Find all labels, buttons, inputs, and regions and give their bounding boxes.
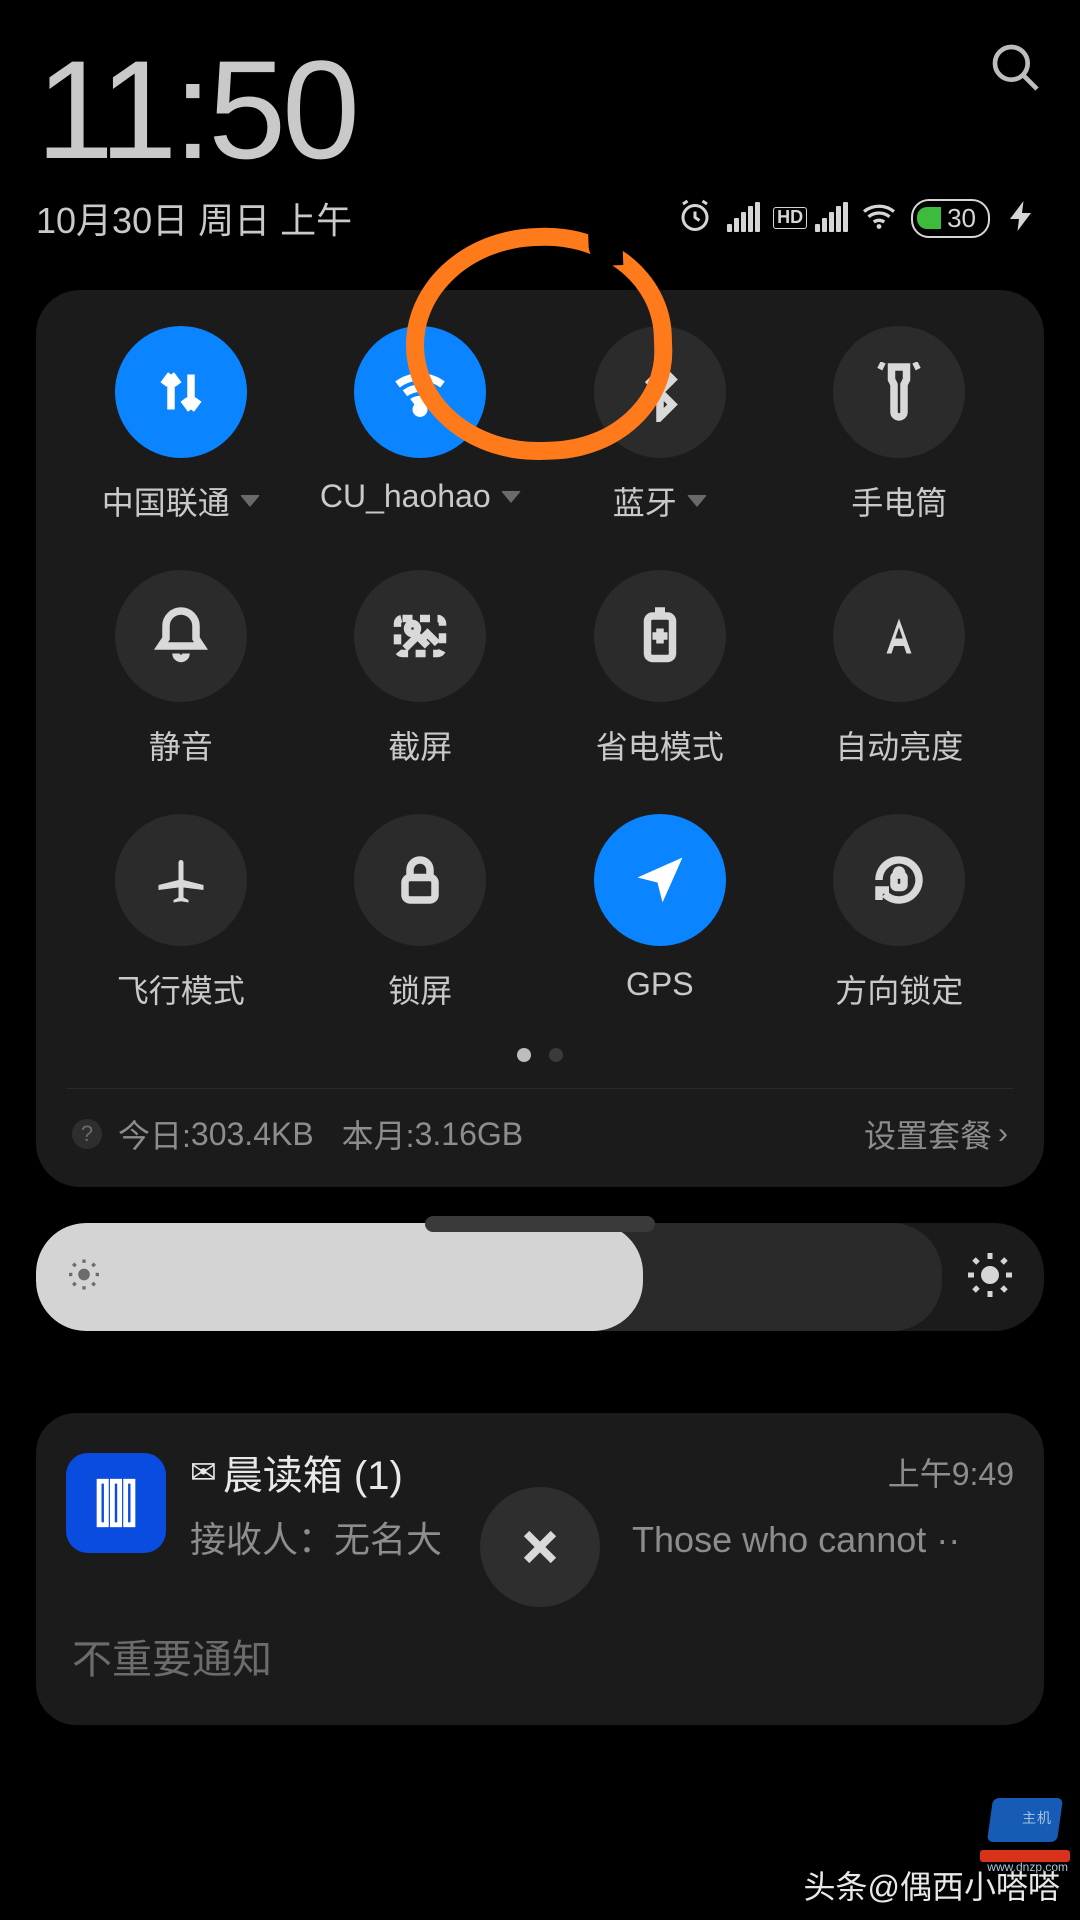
page-dot-1[interactable] [517,1048,531,1062]
wifi-icon[interactable] [354,326,486,458]
qs-tile-label[interactable]: 飞行模式 [117,966,245,1012]
bell-icon[interactable] [115,570,247,702]
qs-tile-gps[interactable]: GPS [545,814,775,1012]
brightness-low-icon [64,1255,104,1300]
qs-tile-label[interactable]: 蓝牙 [613,478,707,524]
charging-icon [1004,198,1040,239]
brightness-slider[interactable] [36,1223,1044,1331]
brightness-high-icon [966,1251,1014,1304]
footer-credit: 头条@偶西小嗒嗒 [804,1862,1061,1908]
chevron-down-icon [240,495,260,507]
notification-title: 晨读箱 (1) [223,1443,403,1501]
battery-indicator: 30 [911,199,990,238]
signal-2-icon [815,204,847,232]
chevron-down-icon [501,491,521,503]
qs-tile-label[interactable]: 方向锁定 [835,966,963,1012]
qs-tile-airplane[interactable]: 飞行模式 [66,814,296,1012]
qs-tile-label[interactable]: 中国联通 [102,478,260,524]
gps-icon[interactable] [594,814,726,946]
clock-time: 11:50 [36,40,356,180]
drag-handle[interactable] [425,1216,655,1232]
qs-tile-data[interactable]: 中国联通 [66,326,296,524]
envelope-icon: ✉ [190,1453,217,1491]
qs-tile-wifi[interactable]: CU_haohao [306,326,536,524]
usage-month-value: 3.16GB [415,1116,524,1153]
brightness-fill [36,1223,643,1331]
qs-tile-flashlight[interactable]: 手电筒 [785,326,1015,524]
usage-today-label: 今日: [118,1111,191,1157]
qs-tile-rotation-lock[interactable]: 方向锁定 [785,814,1015,1012]
qs-tile-label[interactable]: 静音 [149,722,213,768]
quick-settings-panel: 中国联通 CU_haohao 蓝牙 手电筒静音 截屏 省电模式 自动亮度飞行模式 锁屏 GPS 方… [36,290,1044,1187]
alarm-icon [677,198,713,239]
battery-saver-icon[interactable] [594,570,726,702]
status-bar: HD 30 [677,198,1040,239]
notification-time: 上午9:49 [888,1449,1014,1495]
auto-brightness-icon[interactable] [833,570,965,702]
qs-tile-bluetooth[interactable]: 蓝牙 [545,326,775,524]
rotation-lock-icon[interactable] [833,814,965,946]
unimportant-section-label[interactable]: 不重要通知 [66,1627,1014,1685]
qs-tile-battery-saver[interactable]: 省电模式 [545,570,775,768]
usage-today-value: 303.4KB [191,1116,314,1153]
help-icon[interactable]: ? [72,1119,102,1149]
data-icon[interactable] [115,326,247,458]
qs-tile-auto-brightness[interactable]: 自动亮度 [785,570,1015,768]
chevron-down-icon [687,495,707,507]
notification-preview: Those who cannot ·· [632,1519,960,1560]
qs-tile-lock[interactable]: 锁屏 [306,814,536,1012]
qs-tile-label[interactable]: CU_haohao [320,478,521,515]
page-dot-2[interactable] [549,1048,563,1062]
qs-tile-label[interactable]: 截屏 [388,722,452,768]
plan-link[interactable]: 设置套餐 [864,1111,992,1157]
chevron-right-icon: › [998,1117,1008,1151]
notification-card[interactable]: ✉晨读箱 (1) 上午9:49 接收人：无名大 Those who cannot… [36,1413,1044,1725]
hd-icon: HD [773,207,807,229]
qs-tile-label[interactable]: 锁屏 [388,966,452,1012]
app-icon [66,1453,166,1553]
screenshot-icon[interactable] [354,570,486,702]
airplane-icon[interactable] [115,814,247,946]
data-usage-row[interactable]: ? 今日: 303.4KB 本月: 3.16GB 设置套餐 › [66,1089,1014,1163]
qs-tile-label[interactable]: 省电模式 [596,722,724,768]
qs-tile-bell[interactable]: 静音 [66,570,296,768]
page-indicator[interactable] [66,1048,1014,1062]
watermark: 主机www.dnzp.com [974,1798,1074,1870]
bluetooth-icon[interactable] [594,326,726,458]
qs-tile-screenshot[interactable]: 截屏 [306,570,536,768]
notification-recipient: 接收人：无名大 [190,1519,442,1560]
wifi-status-icon [861,198,897,239]
qs-tile-label[interactable]: GPS [626,966,694,1003]
clear-notifications-button[interactable] [480,1487,600,1607]
flashlight-icon[interactable] [833,326,965,458]
signal-1-icon [727,204,759,232]
date-label: 10月30日 周日 上午 [36,192,352,244]
usage-month-label: 本月: [342,1111,415,1157]
qs-tile-label[interactable]: 手电筒 [851,478,947,524]
search-icon[interactable] [988,40,1044,101]
qs-tile-label[interactable]: 自动亮度 [835,722,963,768]
lock-icon[interactable] [354,814,486,946]
